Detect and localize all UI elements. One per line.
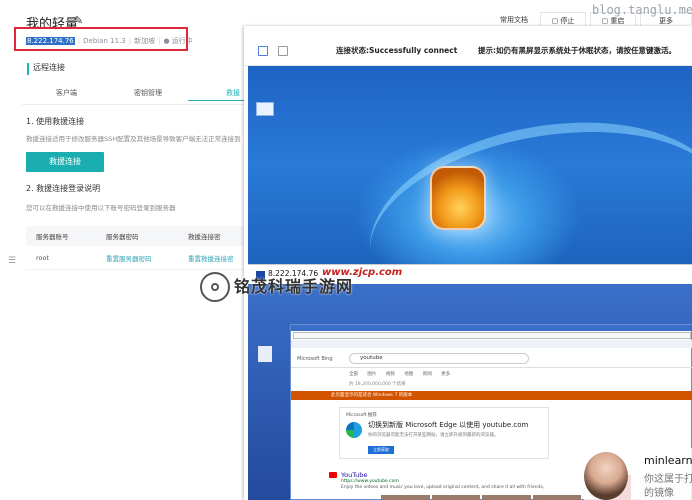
step2-description: 您可以在救援连接中使用以下账号密码登录到服务器	[26, 204, 176, 212]
cell-account: root	[36, 253, 50, 262]
column-header: 服务器账号	[36, 233, 69, 241]
remote-connection-window: 连接状态:Successfully connect 提示:如仍有黑屏显示系统处于…	[244, 26, 692, 500]
comment-author: minlearn	[644, 454, 692, 467]
bing-header: Microsoft Bing youtube	[291, 348, 692, 368]
restart-label: 重启	[610, 17, 625, 25]
reset-rescue-password-link[interactable]: 重置救援连接密	[188, 253, 244, 263]
edge-get-button[interactable]: 立即获取	[368, 446, 394, 454]
edge-title[interactable]: 切换到新版 Microsoft Edge 以使用 youtube.com	[368, 420, 528, 430]
youtube-icon	[329, 472, 337, 478]
table-header: 服务器账号 服务器密码 救援连接密	[26, 226, 244, 246]
section-title: 远程连接	[33, 63, 65, 72]
column-header: 救援连接密	[188, 233, 221, 241]
column-header: 服务器密码	[106, 233, 139, 241]
divider	[22, 104, 244, 105]
remote-header: 连接状态:Successfully connect 提示:如仍有黑屏显示系统处于…	[244, 26, 692, 66]
video-thumbnails[interactable]	[381, 495, 581, 500]
edge-description: 你的浏览器可能无法打开某些网站，请立即升级到最新的浏览器。	[368, 433, 499, 438]
active-tab-indicator	[188, 100, 244, 101]
stop-icon: ▢	[551, 17, 559, 25]
thumbnail[interactable]	[381, 495, 430, 500]
sidebar-toggle-icon[interactable]	[258, 46, 268, 56]
restart-icon: ▢	[601, 17, 609, 25]
tab-client[interactable]: 客户端	[56, 88, 77, 98]
youtube-result-title[interactable]: YouTube	[341, 471, 367, 479]
thumbnail[interactable]	[482, 495, 531, 500]
comment-text: 你这属于打	[644, 474, 692, 485]
step2-heading: 2. 救援连接登录说明	[26, 184, 101, 193]
browser-titlebar	[291, 325, 692, 331]
bing-nav[interactable]: 全部 图片 视频 地图 新闻 更多	[349, 371, 450, 377]
avatar	[584, 452, 628, 500]
browser-tabbar	[291, 340, 692, 348]
step1-heading: 1. 使用救援连接	[26, 117, 85, 126]
youtube-result-url[interactable]: https://www.youtube.com	[341, 479, 399, 484]
result-count: 约 19,200,000,000 个结果	[349, 382, 406, 387]
stop-label: 停止	[560, 17, 575, 25]
windows-logo-icon	[430, 166, 486, 230]
edit-icon[interactable]: ✎	[74, 14, 83, 27]
tab-key-management[interactable]: 密钥管理	[134, 88, 162, 98]
compat-banner: 此页面显示的是适合 Windows 7 的版本	[291, 391, 692, 400]
rescue-connect-button[interactable]: 救援连接	[26, 152, 104, 172]
edge-promo-card: Microsoft 推荐 切换到新版 Microsoft Edge 以使用 yo…	[339, 407, 549, 459]
menu-icon[interactable]: ☰	[8, 256, 16, 266]
desktop-icon[interactable]	[256, 102, 274, 116]
keyboard-icon[interactable]	[278, 46, 288, 56]
more-label: 更多	[659, 17, 673, 25]
compat-banner-text: 此页面显示的是适合 Windows 7 的版本	[331, 393, 413, 398]
desktop-file-icon[interactable]	[258, 346, 272, 362]
wallpaper-curve	[353, 96, 692, 284]
connection-status: 连接状态:Successfully connect	[336, 46, 458, 55]
center-watermark: 铭茂科瑞手游网	[234, 277, 354, 296]
windows7-desktop[interactable]: 8.222.174.76 www.zjcp.com	[248, 66, 692, 284]
bing-logo[interactable]: Microsoft Bing	[297, 356, 333, 362]
bing-search-input[interactable]: youtube	[349, 353, 529, 364]
watermark-logo-icon	[200, 272, 230, 302]
comment-overlay: minlearn 你这属于打 的镜像	[584, 448, 692, 500]
thumbnail[interactable]	[431, 495, 480, 500]
highlight-box	[14, 27, 188, 51]
thumbnail[interactable]	[532, 495, 581, 500]
edge-logo-icon	[346, 422, 362, 438]
browser-address-bar[interactable]	[293, 332, 691, 339]
table-row: root 重置服务器密码 重置救援连接密	[26, 246, 244, 270]
comment-text: 的镜像	[644, 488, 674, 499]
console-panel: 我的轻量 ✎ 8.222.174.76 | Debian 11.3 | 新加坡 | ● 运行…	[0, 0, 250, 500]
youtube-result-desc: Enjoy the videos and music you love, upl…	[341, 485, 545, 490]
reset-server-password-link[interactable]: 重置服务器密码	[106, 253, 188, 263]
step1-description: 救援连接适用于修改服务器SSH配置及其他场景导致客户端无法正常连接到	[26, 135, 241, 143]
blog-watermark: blog.tanglu.me	[592, 3, 692, 17]
credentials-table: 服务器账号 服务器密码 救援连接密 root 重置服务器密码 重置救援连接密	[26, 226, 244, 270]
connection-tip: 提示:如仍有黑屏显示系统处于休眠状态，请按任意键激活。	[478, 46, 676, 55]
edge-source: Microsoft 推荐	[346, 413, 377, 418]
screenshot-root: 我的轻量 ✎ 8.222.174.76 | Debian 11.3 | 新加坡 | ● 运行…	[0, 0, 692, 500]
tab-rescue[interactable]: 救援	[226, 88, 240, 98]
section-accent	[27, 63, 29, 75]
